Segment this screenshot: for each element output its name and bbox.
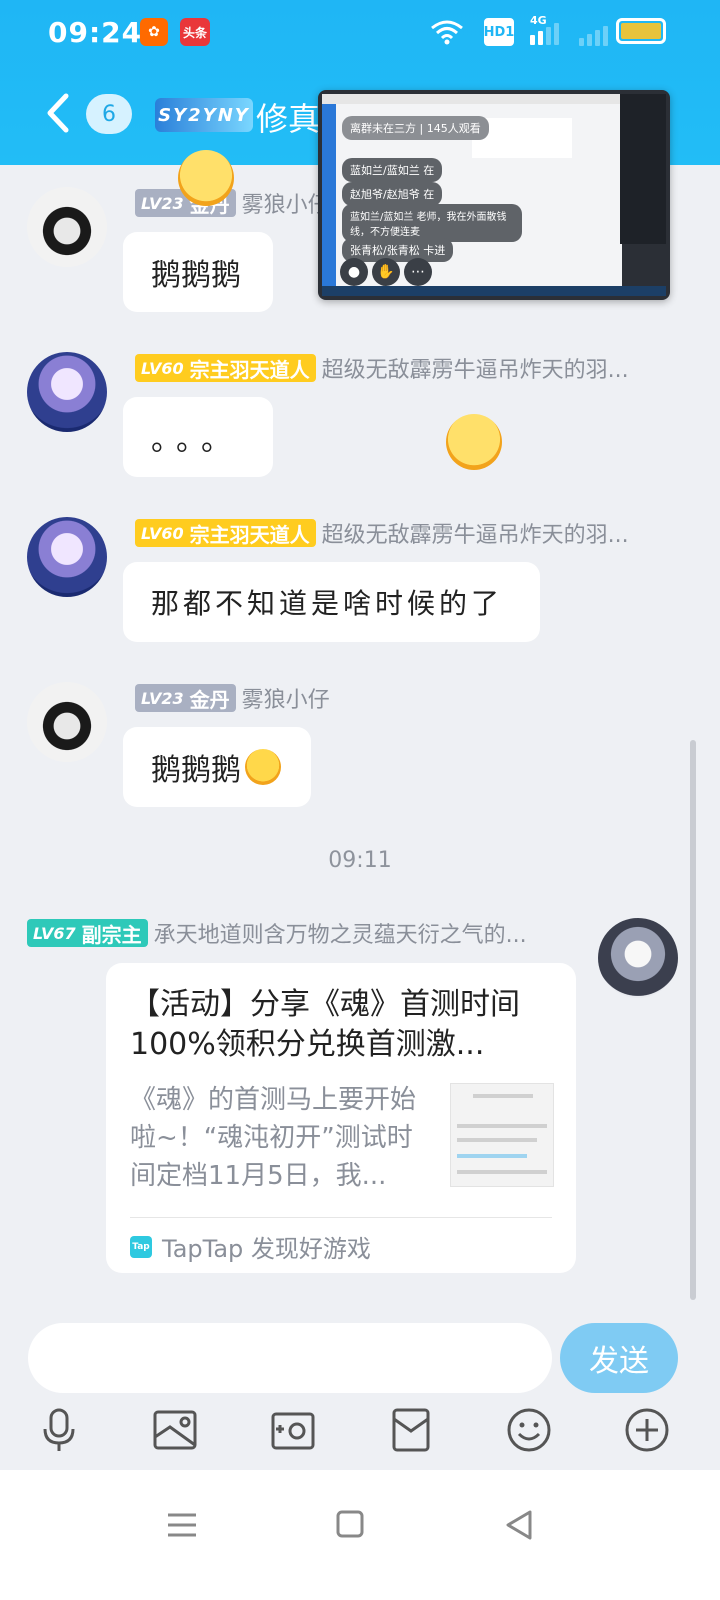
message-meta: LV67 副宗主 承天地道则含万物之灵蕴天衍之气的... — [27, 918, 527, 948]
page-title[interactable]: 修真 — [256, 94, 320, 140]
nickname[interactable]: 雾狼小仔 — [242, 682, 330, 714]
status-time: 09:24 — [48, 16, 143, 49]
confused-emoji-icon — [446, 414, 502, 470]
status-bar: 09:24 ✿ 头条 HD1 4G — [0, 0, 720, 64]
divider — [130, 1217, 552, 1218]
nickname[interactable]: 超级无敌霹雳牛逼吊炸天的羽... — [322, 352, 629, 384]
nickname[interactable]: 超级无敌霹雳牛逼吊炸天的羽... — [322, 517, 629, 549]
mini-message: 赵旭爷/赵旭爷 在 — [342, 182, 443, 206]
avatar[interactable] — [598, 918, 678, 998]
camera-icon[interactable] — [270, 1407, 316, 1453]
message-bubble[interactable]: 鹅鹅鹅 — [123, 232, 273, 312]
mini-window-taskbar — [322, 286, 666, 296]
shared-link-card[interactable]: 【活动】分享《魂》首测时间 100%领积分兑换首测激... 《魂》的首测马上要开… — [106, 963, 576, 1273]
battery-icon — [616, 18, 666, 44]
avatar[interactable] — [27, 517, 107, 597]
taptap-icon: Tap — [130, 1235, 152, 1258]
plus-icon[interactable] — [624, 1407, 670, 1453]
message-meta: LV23金丹 雾狼小仔 — [135, 683, 330, 713]
card-thumbnail — [450, 1083, 554, 1187]
timestamp: 09:11 — [328, 848, 392, 873]
back-icon[interactable] — [40, 90, 80, 136]
wifi-icon — [430, 18, 464, 46]
level-badge: LV67 副宗主 — [27, 919, 148, 947]
hd-icon: HD1 — [484, 18, 514, 46]
card-description: 《魂》的首测马上要开始啦~！“魂沌初开”测试时间定档11月5日，我... — [130, 1085, 417, 1191]
message-bubble[interactable]: 那都不知道是啥时候的了 — [123, 562, 540, 642]
card-source-label: TapTap 发现好游戏 — [162, 1235, 371, 1263]
level-badge: LV23金丹 — [135, 684, 236, 712]
unread-count-badge[interactable]: 6 — [86, 94, 132, 134]
image-icon[interactable] — [152, 1407, 198, 1453]
scrollbar[interactable] — [690, 740, 696, 1300]
toutiao-icon: 头条 — [180, 18, 210, 46]
mini-window-sidebar — [620, 94, 666, 244]
chat-bubble-icon[interactable]: ● — [340, 258, 368, 286]
message-meta: LV60 宗主羽天道人 超级无敌霹雳牛逼吊炸天的羽... — [135, 518, 629, 548]
more-icon[interactable]: ⋯ — [404, 258, 432, 286]
signal-4g-icon: 4G — [530, 14, 570, 46]
laughing-emoji-icon — [245, 749, 281, 785]
emoji-sticker-icon — [178, 150, 234, 206]
nickname[interactable]: 雾狼小仔 — [242, 187, 330, 219]
level-badge: LV60 宗主羽天道人 — [135, 519, 316, 547]
mini-message: 蓝如兰/蓝如兰 老师，我在外面散钱线，不方便连麦 — [342, 204, 522, 242]
mini-message: 蓝如兰/蓝如兰 在 — [342, 158, 443, 182]
avatar[interactable] — [27, 187, 107, 267]
card-title: 【活动】分享《魂》首测时间 100%领积分兑换首测激... — [130, 987, 520, 1062]
message-input[interactable] — [28, 1323, 552, 1393]
message-meta: LV60 宗主羽天道人 超级无敌霹雳牛逼吊炸天的羽... — [135, 353, 629, 383]
signal-icon — [576, 18, 610, 46]
floating-video-window[interactable]: 离群未在三方 | 145人观看 蓝如兰/蓝如兰 在 赵旭爷/赵旭爷 在 蓝如兰/… — [318, 90, 670, 300]
message-bubble[interactable]: 鹅鹅鹅 — [123, 727, 311, 807]
red-packet-icon[interactable] — [388, 1407, 434, 1453]
home-icon[interactable] — [326, 1500, 376, 1550]
send-button[interactable]: 发送 — [560, 1323, 678, 1393]
avatar[interactable] — [27, 682, 107, 762]
level-badge: LV60 宗主羽天道人 — [135, 354, 316, 382]
group-logo: SY2YNY — [155, 98, 253, 132]
message-meta: LV23金丹 雾狼小仔 — [135, 188, 330, 218]
mini-message: 离群未在三方 | 145人观看 — [342, 116, 489, 140]
message-text: 鹅鹅鹅 — [151, 753, 241, 788]
back-nav-icon[interactable] — [494, 1500, 544, 1550]
nickname[interactable]: 承天地道则含万物之灵蕴天衍之气的... — [154, 917, 527, 949]
avatar[interactable] — [27, 352, 107, 432]
emoji-icon[interactable] — [506, 1407, 552, 1453]
menu-icon[interactable] — [158, 1500, 208, 1550]
kuaishou-icon: ✿ — [140, 18, 168, 46]
hand-raise-icon[interactable]: ✋ — [372, 258, 400, 286]
system-navbar — [0, 1470, 720, 1600]
microphone-icon[interactable] — [36, 1407, 82, 1453]
input-bar: 发送 — [0, 1305, 720, 1470]
card-source: Tap TapTap 发现好游戏 — [130, 1229, 371, 1264]
message-bubble[interactable]: 。。。 — [123, 397, 273, 477]
